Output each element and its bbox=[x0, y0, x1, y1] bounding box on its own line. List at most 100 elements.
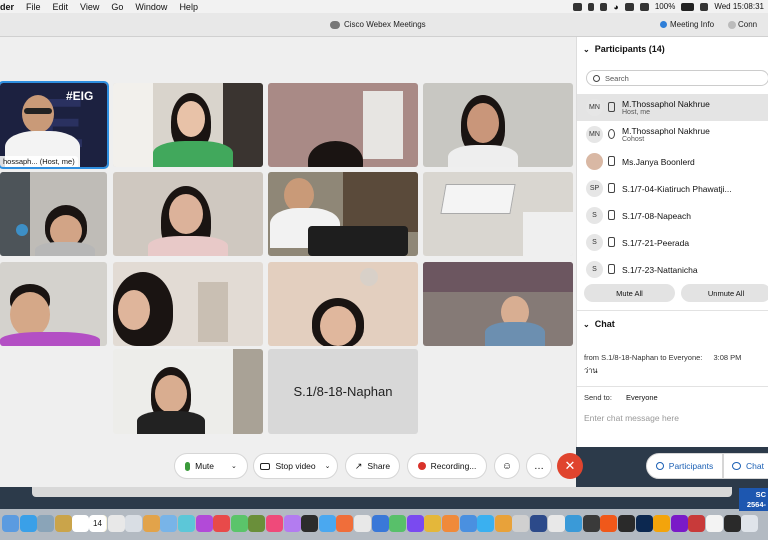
dock-app-icon[interactable] bbox=[688, 515, 706, 532]
menu-help[interactable]: Help bbox=[173, 2, 204, 12]
dock-app-icon[interactable] bbox=[406, 515, 424, 532]
dock-app-icon[interactable] bbox=[354, 515, 371, 532]
dock-app-icon[interactable] bbox=[618, 515, 635, 532]
dock-app-icon[interactable] bbox=[266, 515, 283, 532]
dock-app-icon[interactable] bbox=[706, 515, 723, 532]
chevron-down-icon[interactable]: ⌄ bbox=[325, 462, 331, 470]
chevron-down-icon[interactable]: ⌄ bbox=[231, 462, 237, 470]
dock-app-icon[interactable] bbox=[653, 515, 671, 532]
menu-view[interactable]: View bbox=[74, 2, 105, 12]
video-tile-10[interactable] bbox=[113, 262, 263, 346]
sync-icon[interactable] bbox=[639, 2, 649, 11]
volume-icon[interactable] bbox=[600, 2, 608, 11]
dock-app-icon[interactable] bbox=[19, 515, 37, 532]
chat-header[interactable]: ⌄ Chat bbox=[583, 319, 615, 329]
dock-app-icon[interactable] bbox=[547, 515, 565, 532]
participant-row[interactable]: MN M.Thossaphol Nakhrue Host, me bbox=[577, 94, 768, 121]
video-tile-8[interactable] bbox=[423, 172, 573, 256]
participant-row[interactable]: S S.1/7-21-Peerada bbox=[577, 229, 768, 256]
more-options-button[interactable]: … bbox=[526, 453, 552, 479]
status-icon[interactable] bbox=[573, 2, 583, 11]
dock-app-icon[interactable] bbox=[389, 515, 407, 532]
menu-go[interactable]: Go bbox=[105, 2, 129, 12]
reactions-button[interactable]: ☺ bbox=[494, 453, 520, 479]
dock-app-icon[interactable] bbox=[336, 515, 354, 532]
dock-app-icon[interactable] bbox=[459, 515, 477, 532]
video-tile-13[interactable] bbox=[113, 349, 263, 434]
input-icon[interactable] bbox=[624, 2, 634, 11]
video-tile-6[interactable] bbox=[113, 172, 263, 256]
participant-row[interactable]: S S.1/7-08-Napeach bbox=[577, 202, 768, 229]
dock-app-icon[interactable] bbox=[195, 515, 213, 532]
video-tile-3[interactable] bbox=[268, 83, 418, 167]
chat-input[interactable]: Enter chat message here bbox=[584, 413, 679, 423]
clock[interactable]: Wed 15:08:31 bbox=[714, 2, 764, 11]
bluetooth-icon[interactable] bbox=[588, 2, 595, 11]
dock-app-icon[interactable] bbox=[178, 515, 195, 532]
video-tile-host[interactable]: E #EIG hossaph... (Host, me) bbox=[0, 81, 109, 169]
dock-app-icon[interactable] bbox=[37, 515, 55, 532]
menu-edit[interactable]: Edit bbox=[47, 2, 75, 12]
app-menu[interactable]: der bbox=[0, 2, 20, 12]
dock-app-icon[interactable] bbox=[283, 515, 301, 532]
menu-window[interactable]: Window bbox=[129, 2, 173, 12]
participant-row[interactable]: SP S.1/7-04-Kiatiruch Phawatji... bbox=[577, 175, 768, 202]
dock-app-icon[interactable] bbox=[723, 515, 741, 532]
participant-row[interactable]: S S.1/7-23-Nattanicha bbox=[577, 256, 768, 283]
dock-app-icon[interactable] bbox=[371, 515, 389, 532]
participants-button[interactable]: Participants bbox=[646, 453, 723, 479]
dock-app-icon[interactable] bbox=[54, 515, 72, 532]
calendar-icon[interactable]: 14 bbox=[89, 515, 106, 532]
participant-row[interactable]: MN M.Thossaphol Nakhrue Cohost bbox=[577, 121, 768, 148]
dock-app-icon[interactable] bbox=[213, 515, 231, 532]
wifi-icon[interactable]: ◕ bbox=[613, 2, 618, 12]
dock-app-icon[interactable] bbox=[530, 515, 547, 532]
participant-row[interactable]: Ms.Janya Boonlerd bbox=[577, 148, 768, 175]
video-tile-7[interactable] bbox=[268, 172, 418, 256]
mute-all-button[interactable]: Mute All bbox=[584, 284, 675, 302]
dock-app-icon[interactable] bbox=[600, 515, 618, 532]
dock-app-icon[interactable] bbox=[477, 515, 495, 532]
dock-app-icon[interactable] bbox=[2, 515, 19, 532]
video-tile-4[interactable] bbox=[423, 83, 573, 167]
participant-search-input[interactable]: Search bbox=[586, 70, 768, 86]
dock-app-icon[interactable] bbox=[442, 515, 459, 532]
dock-app-icon[interactable] bbox=[248, 515, 266, 532]
recording-button[interactable]: Recording... bbox=[407, 453, 487, 479]
video-tile-5[interactable] bbox=[0, 172, 107, 256]
dock-app-icon[interactable] bbox=[230, 515, 248, 532]
stop-video-button[interactable]: Stop video ⌄ bbox=[253, 453, 338, 479]
share-button[interactable]: ↗ Share bbox=[345, 453, 400, 479]
dock-app-icon[interactable] bbox=[107, 515, 125, 532]
video-tile-11[interactable] bbox=[268, 262, 418, 346]
dock-app-icon[interactable] bbox=[72, 515, 90, 532]
unmute-all-button[interactable]: Unmute All bbox=[681, 284, 768, 302]
video-tile-naphan[interactable]: S.1/8-18-Naphan bbox=[268, 349, 418, 434]
dock-app-icon[interactable] bbox=[565, 515, 583, 532]
participants-header[interactable]: ⌄ Participants (14) bbox=[583, 44, 665, 54]
send-to-select[interactable]: Everyone bbox=[626, 393, 658, 402]
dock-app-icon[interactable] bbox=[318, 515, 336, 532]
dock-app-icon[interactable] bbox=[424, 515, 442, 532]
meeting-info-button[interactable]: Meeting Info bbox=[660, 20, 714, 29]
dock-app-icon[interactable] bbox=[125, 515, 143, 532]
user-icon[interactable] bbox=[700, 2, 709, 11]
dock-app-icon[interactable] bbox=[582, 515, 600, 532]
leave-meeting-button[interactable]: ✕ bbox=[557, 453, 583, 479]
layout-icon[interactable] bbox=[728, 21, 736, 29]
connect-label[interactable]: Conn bbox=[738, 20, 757, 29]
video-tile-9[interactable] bbox=[0, 262, 107, 346]
dock-app-icon[interactable] bbox=[741, 515, 759, 532]
dock-app-icon[interactable] bbox=[635, 515, 653, 532]
chat-button[interactable]: Chat bbox=[723, 453, 768, 479]
dock-app-icon[interactable] bbox=[142, 515, 160, 532]
menu-file[interactable]: File bbox=[20, 2, 47, 12]
dock-app-icon[interactable] bbox=[301, 515, 319, 532]
video-tile-janya[interactable] bbox=[113, 83, 263, 167]
dock-app-icon[interactable] bbox=[670, 515, 688, 532]
dock-app-icon[interactable] bbox=[494, 515, 512, 532]
dock-app-icon[interactable] bbox=[160, 515, 178, 532]
mute-button[interactable]: Mute ⌄ bbox=[174, 453, 248, 479]
battery-icon[interactable] bbox=[681, 2, 695, 11]
video-tile-12[interactable] bbox=[423, 262, 573, 346]
